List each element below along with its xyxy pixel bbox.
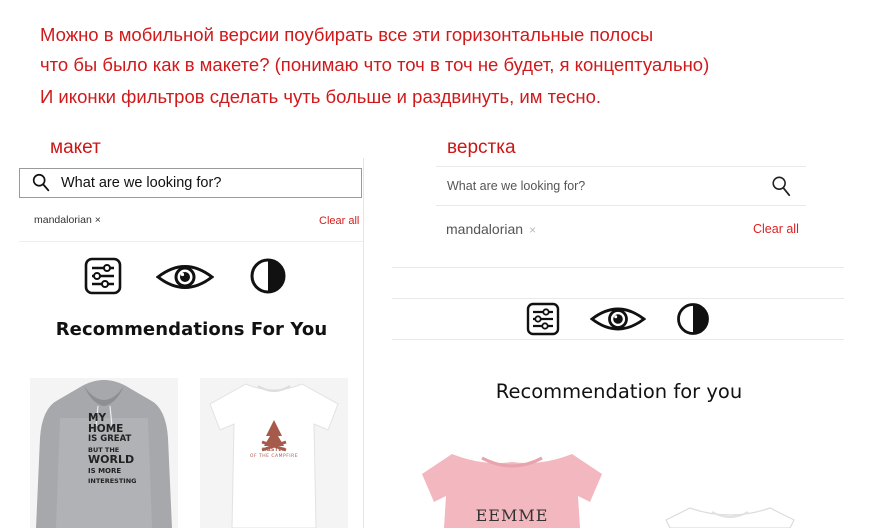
layout-divider-search (436, 205, 806, 206)
pink-tshirt-product[interactable]: EEMME (412, 440, 612, 528)
tshirt-print: MASTER OF THE CAMPFIRE (249, 448, 299, 459)
note-line-3: И иконки фильтров сделать чуть больше и … (40, 86, 602, 107)
contrast-icon[interactable] (249, 257, 287, 295)
sliders-icon[interactable] (526, 302, 560, 336)
layout-divider-2 (392, 298, 844, 299)
chip-remove-icon[interactable]: × (529, 223, 536, 237)
layout-clear-all-link[interactable]: Clear all (753, 222, 799, 236)
tshirt-product[interactable]: MASTER OF THE CAMPFIRE (200, 378, 348, 528)
layout-filter-chip-label: mandalorian (446, 221, 524, 237)
pink-tshirt-print: EEMME (475, 506, 549, 525)
layout-divider-3 (392, 339, 844, 340)
search-icon[interactable] (770, 174, 792, 198)
layout-search-bar[interactable] (436, 167, 806, 205)
layout-search-input[interactable] (447, 179, 757, 193)
eye-icon[interactable] (156, 262, 214, 292)
contrast-icon[interactable] (676, 302, 710, 336)
white-tshirt-image (665, 507, 795, 528)
mockup-filter-chip[interactable]: mandalorian × (34, 214, 101, 226)
layout-divider-1 (392, 267, 844, 268)
eye-icon[interactable] (590, 305, 646, 333)
mockup-search-input[interactable] (61, 175, 341, 191)
white-tshirt-product[interactable] (660, 490, 800, 528)
search-icon[interactable] (30, 172, 52, 194)
sliders-icon[interactable] (84, 257, 122, 295)
hoodie-product[interactable]: MY HOME IS GREAT BUT THE WORLD IS MORE I… (30, 378, 178, 528)
note-line-2: что бы было как в макете? (понимаю что т… (40, 54, 710, 75)
mockup-recommendations-heading: Recommendations For You (55, 319, 328, 340)
layout-label: верстка (447, 137, 516, 158)
layout-filter-chip[interactable]: mandalorian × (446, 221, 536, 237)
mockup-search-bar[interactable] (19, 168, 362, 198)
mockup-label: макет (50, 137, 101, 158)
mockup-right-border (363, 158, 364, 528)
mockup-divider (19, 241, 363, 242)
note-line-1: Можно в мобильной версии поубирать все э… (40, 24, 654, 45)
mockup-clear-all-link[interactable]: Clear all (319, 215, 359, 227)
layout-recommendations-heading: Recommendation for you (495, 380, 743, 403)
hoodie-print: MY HOME IS GREAT BUT THE WORLD IS MORE I… (88, 412, 137, 485)
